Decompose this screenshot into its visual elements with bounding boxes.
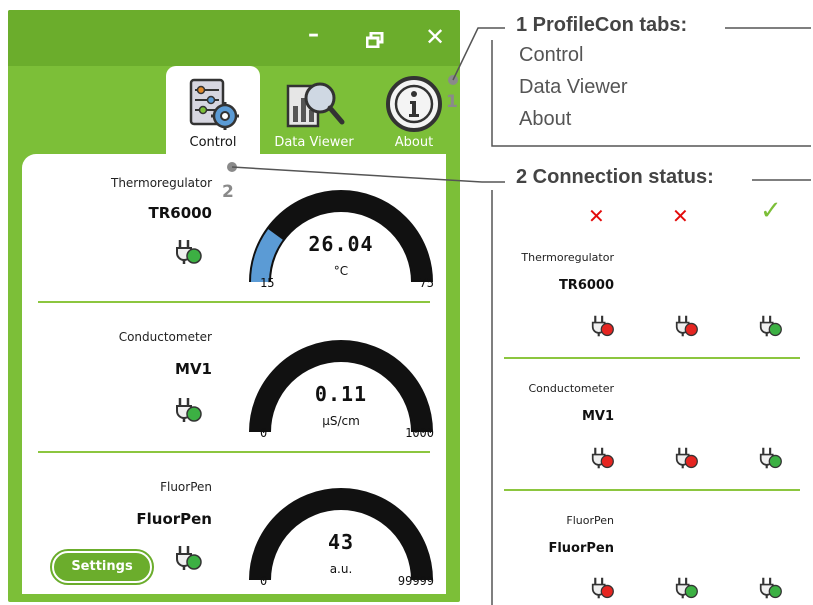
device-name: TR6000 [148,204,212,222]
device-name: FluorPen [136,510,212,528]
divider [504,357,800,359]
temperature-gauge: 26.04 °C 15 75 [248,182,434,292]
control-panel: 2 Thermoregulator TR6000 26.04 °C 15 75 … [22,154,446,594]
gauge-value: 26.04 [308,232,374,256]
control-panel-icon [166,74,260,134]
profilecon-window: – ✕ Control Data Viewer About 1 2 Thermo… [8,10,460,602]
callout-number-1: 1 [446,92,458,112]
device-name: MV1 [175,360,212,378]
divider [504,489,800,491]
device-card-conductometer: Conductometer MV1 0.11 µS/cm 0 1000 [22,304,446,450]
divider [38,301,430,303]
gauge-min: 0 [260,574,268,588]
plug-disconnected-icon [674,446,700,474]
close-button[interactable]: ✕ [425,25,445,49]
plug-disconnected-icon [590,446,616,474]
annotation-device-name: TR6000 [558,278,614,293]
fluorescence-gauge: 43 a.u. 0 99999 [248,480,434,590]
restore-icon [366,32,384,48]
annotation-device-type: Conductometer [528,382,614,395]
gauge-max: 99999 [397,574,434,588]
plug-connected-icon [174,544,204,576]
minimize-button[interactable]: – [308,24,319,46]
data-viewer-icon [266,74,362,134]
plug-connected-icon [758,314,784,342]
gauge-max: 75 [419,276,434,290]
tab-control-label: Control [189,135,237,150]
tab-data-viewer-label: Data Viewer [274,135,354,150]
annotation-tab-item: Control [519,44,584,66]
plug-disconnected-icon [590,314,616,342]
conductivity-gauge: 0.11 µS/cm 0 1000 [248,332,434,442]
disconnected-cross-icon: ✕ [672,204,689,228]
device-card-thermoregulator: Thermoregulator TR6000 26.04 °C 15 75 [22,154,446,300]
annotation-tabs-title: 1 ProfileCon tabs: [516,14,688,36]
plug-connected-icon [758,446,784,474]
plug-connected-icon [174,396,204,428]
restore-button[interactable] [366,32,384,48]
device-type: Thermoregulator [110,176,212,190]
tab-data-viewer[interactable]: Data Viewer [266,66,362,154]
title-bar: – ✕ [8,10,460,66]
annotation-device-type: FluorPen [566,514,614,527]
plug-disconnected-icon [674,314,700,342]
gauge-min: 0 [260,426,268,440]
disconnected-cross-icon: ✕ [588,204,605,228]
plug-connected-icon [174,238,204,270]
gauge-value: 0.11 [314,382,368,406]
annotation-device-type: Thermoregulator [521,251,614,264]
gauge-min: 15 [260,276,275,290]
annotation-tab-item: About [519,108,572,130]
plug-connected-icon [674,576,700,604]
plug-disconnected-icon [590,576,616,604]
device-type: Conductometer [118,330,212,344]
tab-about-label: About [394,135,434,150]
annotation-device-name: FluorPen [548,541,614,556]
annotation-device-name: MV1 [581,409,614,424]
gauge-max: 1000 [405,426,434,440]
annotation-tab-item: Data Viewer [519,76,628,98]
tab-control[interactable]: Control [166,66,260,154]
tab-bar: Control Data Viewer About [166,66,458,154]
plug-connected-icon [758,576,784,604]
gauge-unit: °C [333,264,349,278]
divider [38,451,430,453]
connected-check-icon: ✓ [760,196,782,226]
settings-button[interactable]: Settings [50,549,154,585]
device-type: FluorPen [160,480,212,494]
annotation-status-title: 2 Connection status: [516,166,714,188]
gauge-value: 43 [327,530,355,554]
